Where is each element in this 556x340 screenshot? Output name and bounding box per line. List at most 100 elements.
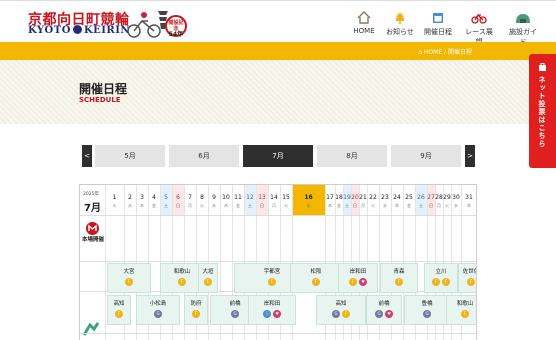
tab-month-9[interactable]: 9月 <box>391 145 461 167</box>
nav-schedule[interactable]: 開催日程 <box>424 11 452 39</box>
heart-icon: ♥ <box>359 278 367 286</box>
day-number: 10 <box>222 194 230 201</box>
nav-news-label: お知らせ <box>386 28 414 36</box>
heart-icon: ♥ <box>385 310 393 318</box>
fire-icon: F <box>461 310 469 318</box>
schedule-calendar: 2025年 7月 本場開催 1 火 2 水 3 木 4 金 5 土 6 日 7 月 8 火 9 水 10 木 11 金 12… <box>79 184 477 340</box>
day-number: 2 <box>128 194 132 201</box>
venue-name: 松阪 <box>310 269 322 275</box>
day-weekday: 木 <box>395 203 399 208</box>
month-prev-button[interactable]: < <box>82 145 92 167</box>
tab-month-7[interactable]: 7月 <box>243 145 313 167</box>
nav-schedule-label: 開催日程 <box>424 28 452 36</box>
day-weekday: 金 <box>152 203 156 208</box>
nav-race-preview[interactable]: レース展望 <box>462 11 496 46</box>
net-vote-label: ネット投票はこちら <box>538 76 546 148</box>
girls-race-icon: G <box>154 310 162 318</box>
day-number: 23 <box>381 194 389 201</box>
girls-race-icon: G <box>423 310 431 318</box>
nav-news[interactable]: お知らせ <box>386 11 414 39</box>
day-divider <box>105 185 106 340</box>
tab-month-8[interactable]: 8月 <box>317 145 387 167</box>
anniversary-badge: 開設記念 54年 <box>165 15 187 38</box>
day-weekday: 火 <box>200 203 204 208</box>
venue-name: 小松島 <box>149 301 167 307</box>
venue-name: 佐世保 <box>462 269 476 275</box>
venue-name: 青森 <box>393 269 405 275</box>
nav-home-label: HOME <box>353 27 375 35</box>
fire-icon: F <box>342 310 350 318</box>
day-weekday: 日 <box>176 203 180 208</box>
day-weekday: 土 <box>164 203 168 208</box>
day-weekday: 木 <box>467 203 471 208</box>
net-vote-banner[interactable]: ネット投票はこちら <box>529 54 556 168</box>
day-weekday: 火 <box>371 203 375 208</box>
day-weekday: 火 <box>284 203 288 208</box>
venue-name: 和歌山 <box>456 301 474 307</box>
nav-home[interactable]: HOME <box>352 11 376 39</box>
logo-mark-icon <box>72 25 82 34</box>
day-number: 22 <box>369 194 377 201</box>
day-number: 12 <box>246 194 254 201</box>
day-weekday: 日 <box>260 203 264 208</box>
row-divider <box>80 333 476 334</box>
site-header: 京都向日町競輪 KYOTO KEIRIN 開設記念 54年 HOME お知らせ 開… <box>0 0 556 46</box>
home-venue-label: 本場開催 <box>82 237 105 243</box>
bag-icon <box>539 63 546 71</box>
day-number: 31 <box>465 194 473 201</box>
row-divider <box>80 215 476 216</box>
day-number: 6 <box>176 194 180 201</box>
heart-icon: ♥ <box>273 310 281 318</box>
page-subtitle: SCHEDULE <box>79 96 121 104</box>
day-number: 16 <box>304 194 313 201</box>
venue-name: 岸和田 <box>263 301 281 307</box>
badge-line2: 54年 <box>168 31 184 38</box>
day-number: 3 <box>140 194 144 201</box>
fire-icon: F <box>312 278 320 286</box>
venue-name: 大宮 <box>123 269 135 275</box>
day-weekday: 水 <box>212 203 216 208</box>
day-number: 14 <box>270 194 278 201</box>
venue-name: 宇都宮 <box>263 269 281 275</box>
fire-icon: F <box>178 278 186 286</box>
row-divider <box>80 261 476 262</box>
day-weekday: 月 <box>188 203 192 208</box>
venue-name: 岸和田 <box>349 269 367 275</box>
day-weekday: 火 <box>112 203 117 208</box>
girls-race-icon: G <box>375 310 383 318</box>
fire-icon: F <box>467 278 475 286</box>
fire-icon: F <box>432 278 440 286</box>
page-title: 開催日程 <box>79 82 128 96</box>
breadcrumb-home[interactable]: HOME <box>424 49 442 56</box>
logo-text-en[interactable]: KYOTO KEIRIN <box>28 25 130 36</box>
fire-icon: F <box>125 278 133 286</box>
tab-month-6[interactable]: 6月 <box>169 145 239 167</box>
day-weekday: 金 <box>407 203 411 208</box>
day-weekday: 水 <box>306 203 311 208</box>
fire-icon: F <box>442 278 450 286</box>
fire-icon: F <box>349 278 357 286</box>
day-weekday: 金 <box>236 203 240 208</box>
fire-icon: F <box>192 310 200 318</box>
day-number: 25 <box>405 194 413 201</box>
day-weekday: 木 <box>224 203 228 208</box>
month-next-button[interactable]: > <box>465 145 475 167</box>
tab-month-5[interactable]: 5月 <box>95 145 165 167</box>
fire-icon: F <box>395 278 403 286</box>
day-weekday: 水 <box>128 203 132 208</box>
cyclist-icon <box>82 322 100 336</box>
facility-icon <box>516 14 530 23</box>
nav-facility-guide[interactable]: 施設ガイド <box>506 11 540 46</box>
day-number: 8 <box>200 194 204 201</box>
day-weekday: 水 <box>383 203 387 208</box>
day-number: 1 <box>112 194 117 201</box>
fire-icon: F <box>268 278 276 286</box>
girls-race-icon: G <box>231 310 239 318</box>
day-number: 9 <box>212 194 216 201</box>
home-icon <box>357 11 371 24</box>
girls-race-icon: G <box>332 310 340 318</box>
fire-icon: F <box>204 278 212 286</box>
calendar-year: 2025年 <box>83 192 99 197</box>
bicycle-icon <box>471 13 487 24</box>
venue-name: 豊橋 <box>421 301 433 307</box>
